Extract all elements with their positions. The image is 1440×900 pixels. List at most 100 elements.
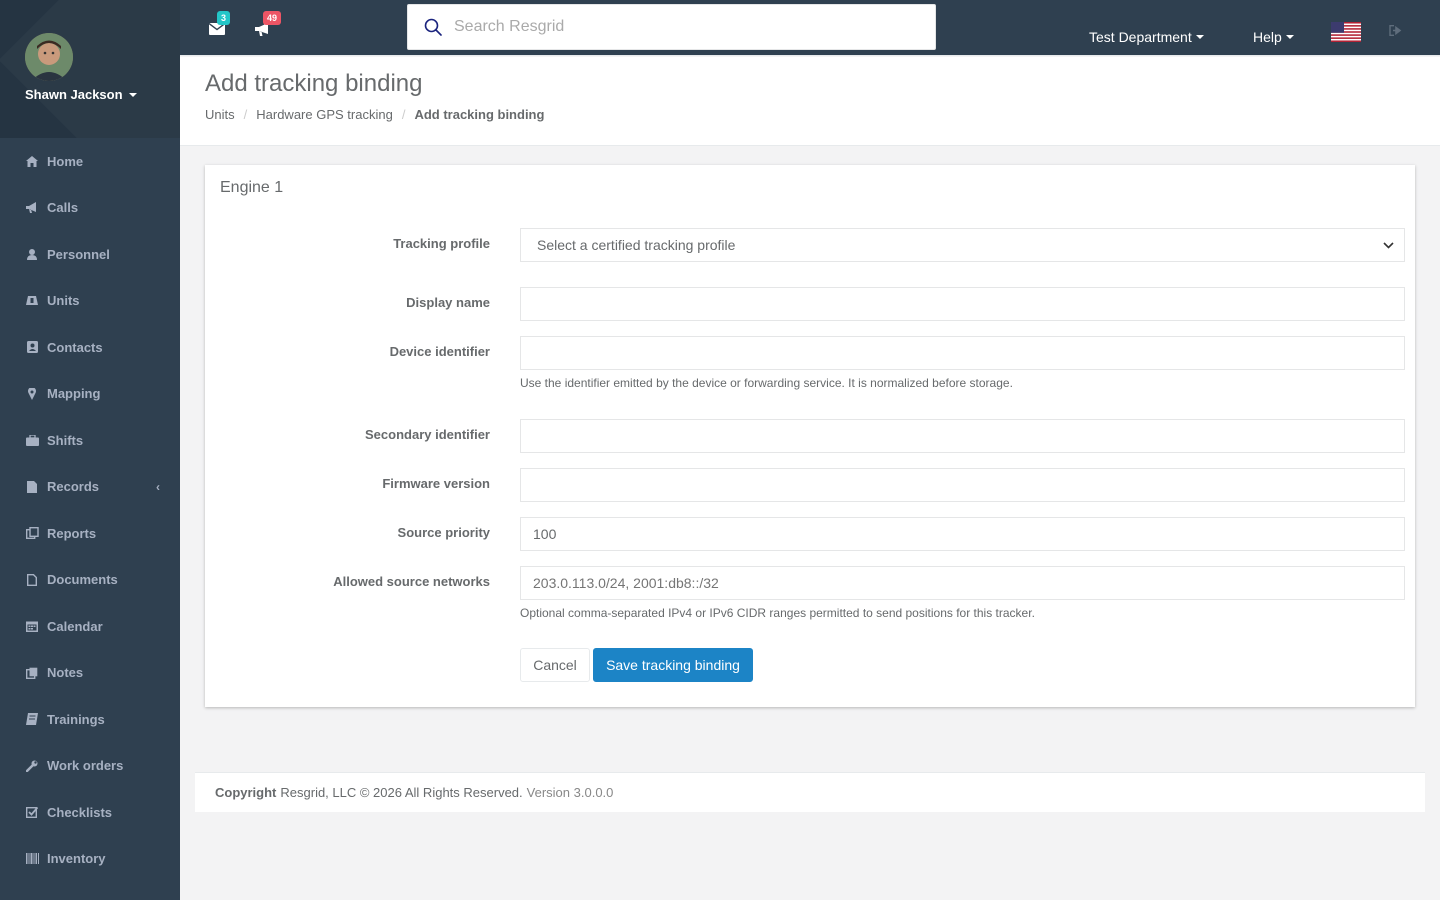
page-header: Add tracking binding Units / Hardware GP… [180,57,1440,146]
allowed-networks-input[interactable] [520,566,1405,600]
breadcrumb-separator: / [243,107,248,122]
sidebar-item-label: Records [47,479,100,495]
breadcrumb-hardware-gps[interactable]: Hardware GPS tracking [256,107,393,122]
tracking-profile-label: Tracking profile [393,236,490,251]
tracking-profile-selected: Select a certified tracking profile [537,237,736,253]
sidebar-item-contacts[interactable]: Contacts [0,324,180,371]
cancel-button[interactable]: Cancel [520,648,590,682]
bullhorn-icon [25,201,39,214]
sidebar-item-label: Home [47,153,84,169]
search-input[interactable] [454,18,894,36]
display-name-input[interactable] [520,287,1405,321]
caret-down-icon [1285,35,1294,39]
sign-out-icon[interactable] [1389,25,1402,36]
truck-icon [25,294,39,307]
sidebar-item-label: Units [47,293,80,309]
firmware-version-label: Firmware version [382,476,490,491]
user-name: Shawn Jackson [25,87,123,102]
sidebar-item-label: Personnel [47,246,110,262]
search-box [407,4,936,50]
caret-down-icon [1195,35,1204,39]
help-label: Help [1253,29,1282,45]
user-menu[interactable]: Shawn Jackson [25,87,137,102]
version-text: Version 3.0.0.0 [526,785,614,800]
calls-count-badge: 49 [263,11,282,25]
caret-down-icon [128,92,137,97]
sidebar-item-label: Work orders [47,758,124,774]
us-flag-icon[interactable] [1331,22,1361,42]
briefcase-icon [25,434,39,447]
top-navbar: 3 49 Test Department Help [180,0,1440,56]
sidebar-item-label: Notes [47,665,84,681]
checkbox-icon [25,806,39,819]
notes-icon [25,666,39,679]
chevron-down-icon [1383,241,1394,249]
sidebar-item-label: Trainings [47,711,105,727]
document-icon [25,573,39,586]
breadcrumb-units[interactable]: Units [205,107,235,122]
copyright-text: Resgrid, LLC © 2026 All Rights Reserved. [280,785,523,800]
messages-count-badge: 3 [217,11,231,25]
report-icon [25,527,39,540]
copyright-label: Copyright [215,785,277,800]
profile-area: Shawn Jackson [0,0,180,138]
tracking-profile-select[interactable]: Select a certified tracking profile [520,228,1405,262]
sidebar-item-label: Shifts [47,432,84,448]
search-icon [424,18,442,36]
map-marker-icon [25,387,39,400]
sidebar-nav: Home Calls Personnel Units Contacts Mapp… [0,138,180,882]
sidebar-item-trainings[interactable]: Trainings [0,696,180,743]
sidebar-item-checklists[interactable]: Checklists [0,789,180,836]
sidebar-item-shifts[interactable]: Shifts [0,417,180,464]
sidebar-item-notes[interactable]: Notes [0,650,180,697]
panel-title: Engine 1 [220,179,284,196]
address-book-icon [25,341,39,354]
secondary-identifier-input[interactable] [520,419,1405,453]
sidebar-item-reports[interactable]: Reports [0,510,180,557]
allowed-networks-label: Allowed source networks [333,574,490,589]
barcode-icon [25,852,39,865]
sidebar-item-label: Calls [47,200,79,216]
calls-button[interactable]: 49 [255,11,282,36]
sidebar-item-mapping[interactable]: Mapping [0,371,180,418]
calendar-icon [25,620,39,633]
sidebar-item-personnel[interactable]: Personnel [0,231,180,278]
sidebar-item-label: Checklists [47,804,113,820]
sidebar: Shawn Jackson Home Calls Personnel Units… [0,0,180,900]
sidebar-item-label: Documents [47,572,118,588]
source-priority-label: Source priority [397,525,490,540]
sidebar-item-work-orders[interactable]: Work orders [0,743,180,790]
department-label: Test Department [1089,29,1192,45]
sidebar-item-calendar[interactable]: Calendar [0,603,180,650]
tracking-binding-panel: Engine 1 Tracking profile Select a certi… [205,165,1415,707]
sidebar-item-inventory[interactable]: Inventory [0,836,180,883]
sidebar-item-calls[interactable]: Calls [0,185,180,232]
messages-button[interactable]: 3 [209,11,231,36]
department-dropdown[interactable]: Test Department [1089,29,1204,45]
avatar[interactable] [25,33,73,81]
page-title: Add tracking binding [205,70,423,97]
allowed-networks-help: Optional comma-separated IPv4 or IPv6 CI… [520,606,1035,620]
sidebar-item-label: Reports [47,525,97,541]
user-icon [25,248,39,261]
sidebar-item-label: Mapping [47,386,101,402]
display-name-label: Display name [406,295,490,310]
device-identifier-input[interactable] [520,336,1405,370]
firmware-version-input[interactable] [520,468,1405,502]
sidebar-item-label: Calendar [47,618,103,634]
sidebar-item-documents[interactable]: Documents [0,557,180,604]
save-tracking-binding-button[interactable]: Save tracking binding [593,648,753,682]
help-dropdown[interactable]: Help [1253,29,1294,45]
sidebar-item-units[interactable]: Units [0,278,180,325]
secondary-identifier-label: Secondary identifier [365,427,490,442]
wrench-icon [25,759,39,772]
breadcrumb-current: Add tracking binding [414,107,545,122]
sidebar-item-home[interactable]: Home [0,138,180,185]
sidebar-item-label: Inventory [47,851,106,867]
source-priority-input[interactable] [520,517,1405,551]
file-icon [25,480,39,493]
sidebar-item-records[interactable]: Records ‹ [0,464,180,511]
breadcrumb: Units / Hardware GPS tracking / Add trac… [205,107,544,122]
breadcrumb-separator: / [401,107,406,122]
sidebar-item-label: Contacts [47,339,103,355]
